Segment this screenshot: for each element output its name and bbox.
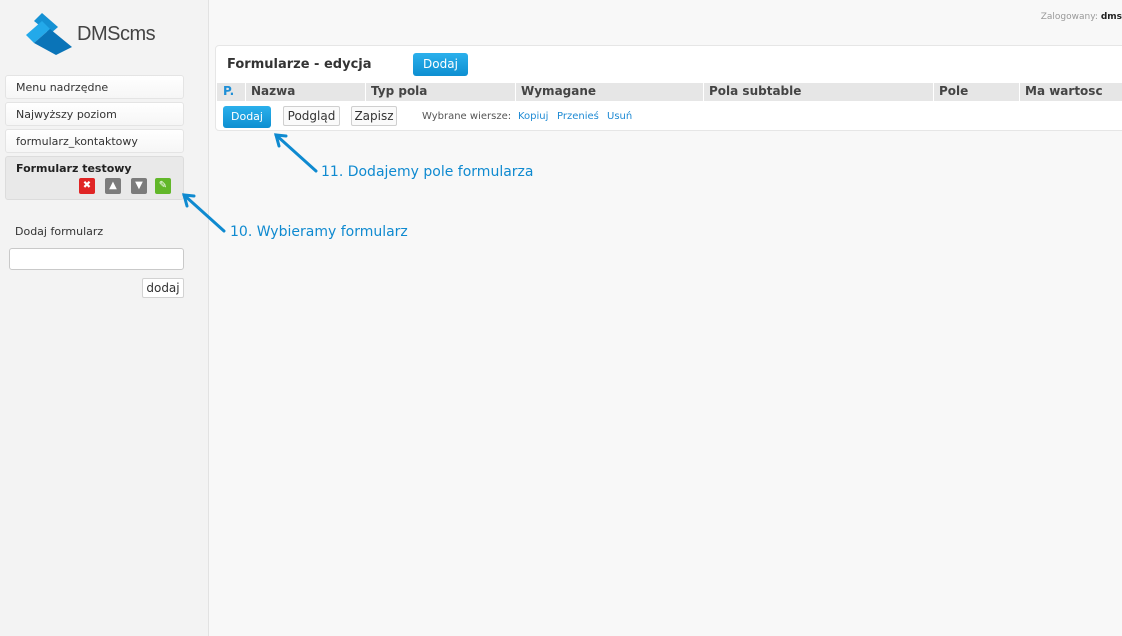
- column-header-pola-subtable[interactable]: Pola subtable: [709, 84, 801, 98]
- column-separator: [365, 83, 366, 101]
- form-edit-panel: Formularze - edycja Dodaj P. Nazwa Typ p…: [215, 45, 1122, 131]
- add-form-top-button[interactable]: Dodaj: [413, 53, 468, 76]
- add-field-button[interactable]: Dodaj: [223, 106, 271, 128]
- column-header-nazwa[interactable]: Nazwa: [251, 84, 295, 98]
- column-separator: [703, 83, 704, 101]
- logo-icon: [26, 13, 72, 55]
- selected-rows-label: Wybrane wiersze:: [422, 111, 512, 122]
- move-down-icon[interactable]: ▼: [131, 178, 147, 194]
- column-separator: [933, 83, 934, 101]
- table-header: P. Nazwa Typ pola Wymagane Pola subtable…: [217, 83, 1122, 101]
- column-header-p[interactable]: P.: [223, 84, 234, 98]
- sidebar-item-label: Menu nadrzędne: [16, 81, 109, 94]
- add-form-label: Dodaj formularz: [15, 225, 104, 238]
- column-separator: [245, 83, 246, 101]
- sidebar-item-label: formularz_kontaktowy: [16, 135, 138, 148]
- logo-text: DMScms: [77, 23, 156, 45]
- sidebar-item-label: Formularz testowy: [16, 162, 132, 175]
- add-form-input[interactable]: [9, 248, 184, 270]
- arrow-head-step11: [273, 133, 288, 148]
- add-form-button[interactable]: dodaj: [142, 278, 184, 298]
- copy-link[interactable]: Kopiuj: [518, 111, 548, 122]
- delete-icon[interactable]: ✖: [79, 178, 95, 194]
- column-header-ma-wartosc[interactable]: Ma wartosc: [1025, 84, 1103, 98]
- topbar: Zalogowany: dms: [209, 0, 1122, 34]
- logged-label: Zalogowany:: [1040, 12, 1098, 22]
- column-separator: [1019, 83, 1020, 101]
- sidebar-item-menu-nadrzedne[interactable]: Menu nadrzędne: [5, 75, 184, 99]
- sidebar-item-najwyzszy-poziom[interactable]: Najwyższy poziom: [5, 102, 184, 126]
- column-header-typ-pola[interactable]: Typ pola: [371, 84, 427, 98]
- sidebar-item-formularz-kontaktowy[interactable]: formularz_kontaktowy: [5, 129, 184, 153]
- move-up-icon[interactable]: ▲: [105, 178, 121, 194]
- delete-link[interactable]: Usuń: [607, 111, 632, 122]
- logo[interactable]: DMScms: [26, 13, 166, 55]
- column-header-wymagane[interactable]: Wymagane: [521, 84, 596, 98]
- column-separator: [515, 83, 516, 101]
- arrow-step11: [274, 133, 318, 173]
- logged-user: dms: [1100, 12, 1122, 22]
- preview-button[interactable]: Podgląd: [283, 106, 340, 126]
- column-header-pole[interactable]: Pole: [939, 84, 968, 98]
- edit-icon[interactable]: ✎: [155, 178, 171, 194]
- page-title: Formularze - edycja: [227, 57, 372, 72]
- sidebar: DMScms Menu nadrzędne Najwyższy poziom f…: [0, 0, 209, 636]
- annotation-step11: 11. Dodajemy pole formularza: [321, 164, 534, 180]
- save-button[interactable]: Zapisz: [351, 106, 397, 126]
- sidebar-item-label: Najwyższy poziom: [16, 108, 117, 121]
- logged-in-info: Zalogowany: dms: [1041, 12, 1122, 22]
- move-link[interactable]: Przenieś: [557, 111, 599, 122]
- sidebar-item-formularz-testowy[interactable]: Formularz testowy ✖ ▲ ▼ ✎: [5, 156, 184, 200]
- annotation-step10: 10. Wybieramy formularz: [230, 224, 408, 240]
